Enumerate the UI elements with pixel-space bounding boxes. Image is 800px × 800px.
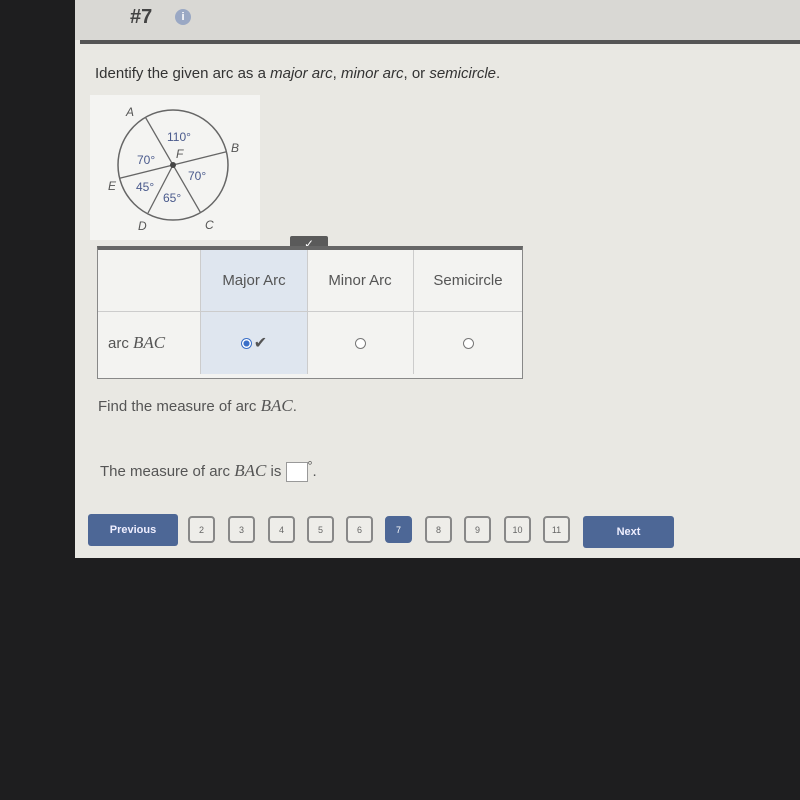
previous-button[interactable]: Previous <box>88 514 178 546</box>
question-number: #7 <box>130 6 153 28</box>
angle-EFD: 45° <box>136 180 154 194</box>
radio-button[interactable] <box>462 337 474 349</box>
info-icon[interactable]: i <box>175 9 191 25</box>
page-3[interactable]: 3 <box>228 516 255 543</box>
page-6[interactable]: 6 <box>346 516 373 543</box>
answer-line: The measure of arc BAC is °. <box>100 459 317 483</box>
label-D: D <box>138 219 147 233</box>
circle-diagram: A B C D E F 110° 70° 70° 45° 65° <box>90 95 260 240</box>
page-9[interactable]: 9 <box>464 516 491 543</box>
column-minor-arc: Minor Arc <box>307 250 414 312</box>
header: #7 i <box>75 0 800 40</box>
radio-major-arc[interactable]: ✔ <box>201 312 308 374</box>
radio-minor-arc[interactable] <box>307 312 414 374</box>
page-5[interactable]: 5 <box>307 516 334 543</box>
angle-AFE: 70° <box>137 153 155 167</box>
label-F: F <box>176 147 184 161</box>
checkmark-icon: ✔ <box>253 335 268 352</box>
row-label: arc BAC <box>98 312 201 374</box>
page-7-current[interactable]: 7 <box>385 516 412 543</box>
radio-semicircle[interactable] <box>414 312 522 374</box>
next-button[interactable]: Next <box>583 516 674 548</box>
column-major-arc: Major Arc <box>201 250 308 312</box>
label-A: A <box>125 105 134 119</box>
label-B: B <box>231 141 239 155</box>
page-11[interactable]: 11 <box>543 516 570 543</box>
angle-DFC: 65° <box>163 191 181 205</box>
angle-BFC: 70° <box>188 169 206 183</box>
measure-input[interactable] <box>285 462 308 483</box>
page-4[interactable]: 4 <box>268 516 295 543</box>
divider <box>80 40 800 44</box>
radio-button[interactable] <box>354 337 366 349</box>
header-empty <box>98 250 201 312</box>
page-8[interactable]: 8 <box>425 516 452 543</box>
answer-table: Major Arc Minor Arc Semicircle arc BAC ✔ <box>97 246 523 379</box>
screen: #7 i Identify the given arc as a major a… <box>75 0 800 558</box>
label-C: C <box>205 218 214 232</box>
radio-selected[interactable] <box>240 337 252 349</box>
question-prompt: Identify the given arc as a major arc, m… <box>95 65 501 82</box>
find-prompt: Find the measure of arc BAC. <box>98 396 297 415</box>
label-E: E <box>108 179 117 193</box>
angle-AFB: 110° <box>167 130 191 144</box>
page-2[interactable]: 2 <box>188 516 215 543</box>
column-semicircle: Semicircle <box>414 250 522 312</box>
page-10[interactable]: 10 <box>504 516 531 543</box>
